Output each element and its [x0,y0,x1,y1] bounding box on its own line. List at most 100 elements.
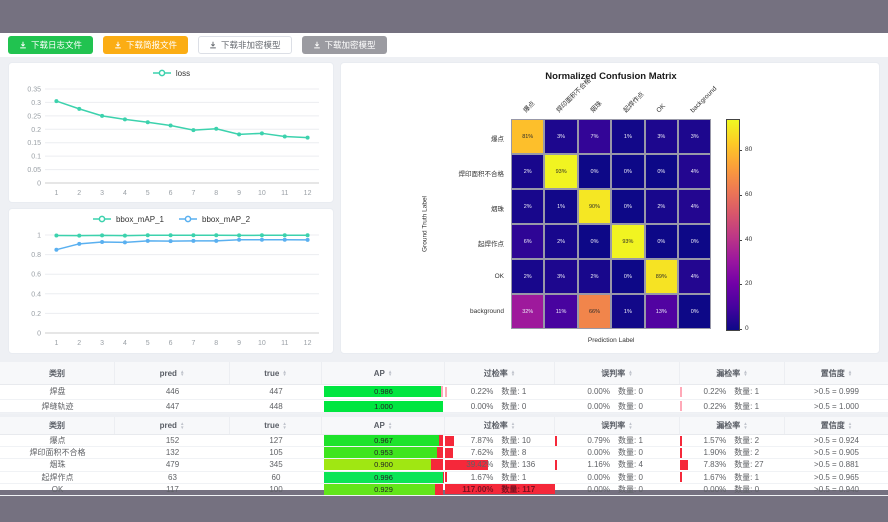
sort-caret-icon[interactable]: ▲▼ [282,370,286,377]
data-point [146,120,150,124]
overdetect-cell: 117.00%数量: 117 [445,484,555,495]
miss-cell: 1.67%数量: 1 [680,472,785,483]
rate-text: 1.67%数量: 1 [445,472,555,483]
ap-value: 0.996 [324,472,443,483]
true-cell: 345 [230,459,322,470]
column-header-误判率[interactable]: 误判率▲▼ [555,362,680,384]
column-header-label: 漏检率 [716,420,740,431]
misjudge-cell: 1.16%数量: 4 [555,459,680,470]
rate-text: 7.83%数量: 27 [680,459,785,470]
ap-value: 0.929 [324,484,443,495]
legend-item-bbox_mAP_2[interactable]: bbox_mAP_2 [178,215,250,224]
sort-caret-icon[interactable]: ▲▼ [388,370,392,377]
matrix-cell: 1% [611,119,644,154]
column-header-true[interactable]: true▲▼ [230,417,322,434]
column-header-漏检率[interactable]: 漏检率▲▼ [680,362,785,384]
miss-cell: 1.90%数量: 2 [680,447,785,458]
rate-count: 数量: 2 [726,435,781,446]
column-header-label: pred [160,421,177,430]
matrix-col-label: 爆点 [521,99,537,115]
sort-caret-icon[interactable]: ▲▼ [511,370,515,377]
matrix-cell: 0% [611,154,644,189]
true-cell: 105 [230,447,322,458]
matrix-cell: 89% [645,259,678,294]
data-point [77,234,81,238]
data-point [191,128,195,132]
legend-item-loss[interactable]: loss [152,69,190,78]
sort-caret-icon[interactable]: ▲▼ [180,370,184,377]
column-header-AP[interactable]: AP▲▼ [322,417,445,434]
colorbar-tick [739,284,742,285]
legend-marker-icon [92,215,112,223]
column-header-过检率[interactable]: 过检率▲▼ [445,362,555,384]
data-point [214,239,218,243]
matrix-cell: 0% [578,224,611,259]
matrix-cell: 2% [511,189,544,224]
download-log-file-button[interactable]: 下载日志文件 [8,36,93,54]
table-row: 焊印面积不合格1321050.9537.62%数量: 80.00%数量: 01.… [0,447,888,459]
matrix-cell: 90% [578,189,611,224]
column-header-label: true [264,369,279,378]
column-header-pred[interactable]: pred▲▼ [115,362,230,384]
data-point [77,242,81,246]
column-header-过检率[interactable]: 过检率▲▼ [445,417,555,434]
column-header-true[interactable]: true▲▼ [230,362,322,384]
x-tick-label: 4 [123,190,127,197]
ap-value: 0.986 [324,386,443,397]
y-axis-label: Ground Truth Label [422,196,429,252]
true-cell: 127 [230,435,322,446]
sort-caret-icon[interactable]: ▲▼ [628,422,632,429]
rate-percent: 1.16% [555,460,610,469]
column-header-label: true [264,421,279,430]
misjudge-cell: 0.00%数量: 0 [555,472,680,483]
rate-percent: 0.00% [680,485,726,494]
x-tick-label: 12 [304,190,312,197]
class-name-cell: OK [0,484,115,495]
series-line-bbox_mAP_2 [56,240,307,250]
column-header-pred[interactable]: pred▲▼ [115,417,230,434]
matrix-cell: 2% [511,154,544,189]
sort-caret-icon[interactable]: ▲▼ [511,422,515,429]
column-header-置信度[interactable]: 置信度▲▼ [785,362,888,384]
sort-caret-icon[interactable]: ▲▼ [743,422,747,429]
confidence-cell: >0.5 = 0.999 [785,385,888,399]
download-report-file-button[interactable]: 下载简报文件 [103,36,188,54]
matrix-row-label: OK [341,273,504,280]
sort-caret-icon[interactable]: ▲▼ [282,422,286,429]
sort-caret-icon[interactable]: ▲▼ [848,422,852,429]
rate-content: 1.67%数量: 1 [680,472,785,483]
column-header-AP[interactable]: AP▲▼ [322,362,445,384]
rate-text: 0.00%数量: 0 [555,447,680,458]
y-tick-label: 0 [37,181,41,188]
x-tick-label: 7 [191,190,195,197]
rate-percent: 7.62% [445,448,493,457]
x-tick-label: 8 [214,190,218,197]
column-header-label: 置信度 [821,368,845,379]
true-cell: 448 [230,400,322,414]
column-header-置信度[interactable]: 置信度▲▼ [785,417,888,434]
download-encrypted-model-button[interactable]: 下载加密模型 [302,36,387,54]
table-row: 焊缝轨迹4474481.0000.00%数量: 00.00%数量: 00.22%… [0,400,888,415]
sort-caret-icon[interactable]: ▲▼ [180,422,184,429]
matrix-cell: 2% [544,224,577,259]
true-cell: 100 [230,484,322,495]
column-header-类别: 类别 [0,417,115,434]
sort-caret-icon[interactable]: ▲▼ [848,370,852,377]
sort-caret-icon[interactable]: ▲▼ [743,370,747,377]
column-header-漏检率[interactable]: 漏检率▲▼ [680,417,785,434]
map-chart-card: bbox_mAP_1bbox_mAP_2 00.20.40.60.8112345… [8,208,334,354]
rate-text: 7.62%数量: 8 [445,447,555,458]
legend-label: bbox_mAP_2 [202,215,250,224]
data-point [306,136,310,140]
data-point [283,135,287,139]
column-header-误判率[interactable]: 误判率▲▼ [555,417,680,434]
legend-item-bbox_mAP_1[interactable]: bbox_mAP_1 [92,215,164,224]
caret-down-icon: ▼ [743,426,747,430]
matrix-col-label: 烟珠 [588,99,604,115]
sort-caret-icon[interactable]: ▲▼ [388,422,392,429]
misjudge-cell: 0.00%数量: 0 [555,447,680,458]
rate-percent: 0.00% [445,402,493,411]
confidence-cell: >0.5 = 0.940 [785,484,888,495]
download-unencrypted-model-button[interactable]: 下载非加密模型 [198,36,292,54]
sort-caret-icon[interactable]: ▲▼ [628,370,632,377]
